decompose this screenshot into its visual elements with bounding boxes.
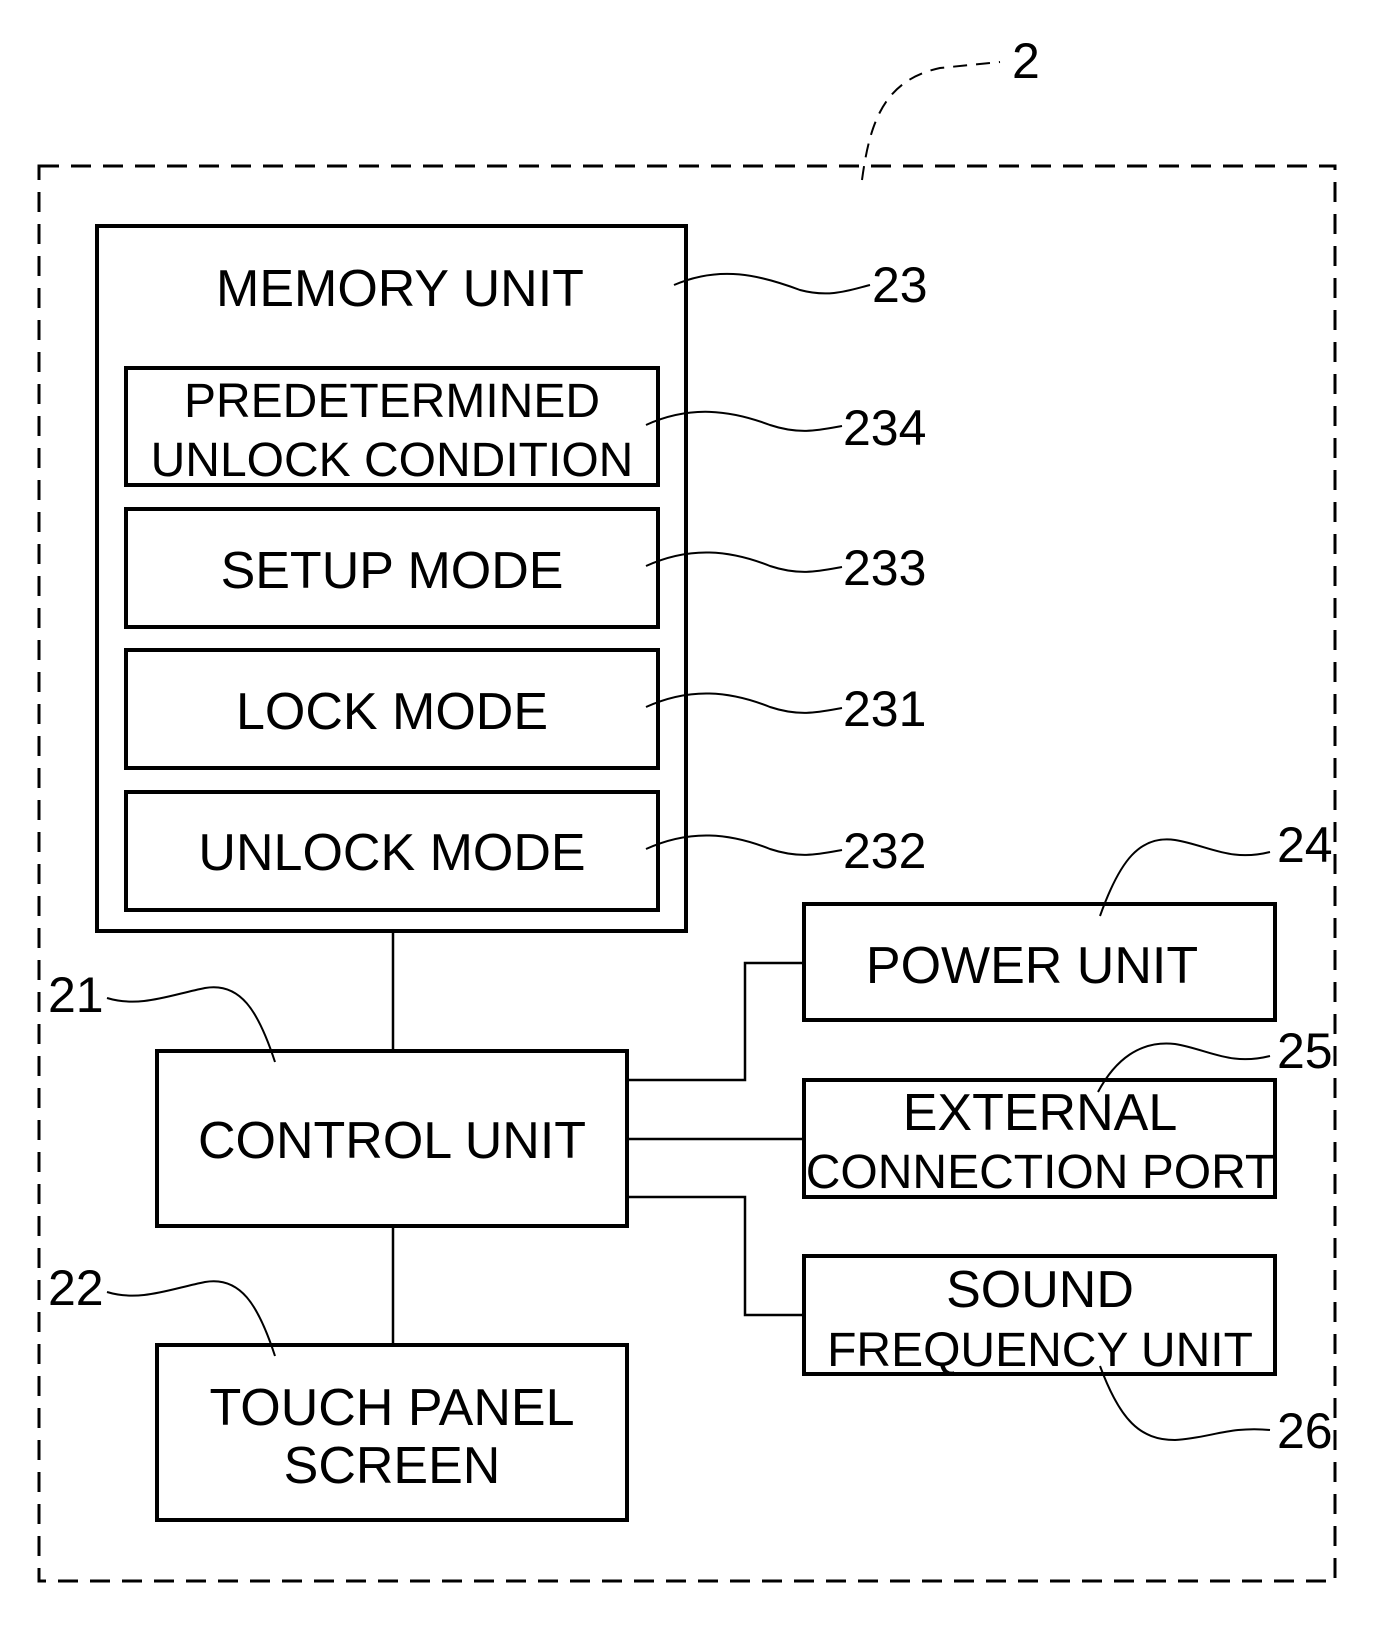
memory-unit-leader	[673, 272, 871, 295]
external-connection-port-line1: EXTERNAL	[903, 1084, 1178, 1142]
external-connection-port-line2: CONNECTION PORT	[806, 1146, 1274, 1199]
touch-panel-screen-line1: TOUCH PANEL	[209, 1379, 574, 1437]
setup-mode-ref: 233	[843, 540, 926, 596]
touch-panel-screen-ref: 22	[48, 1260, 104, 1316]
setup-mode-label: SETUP MODE	[221, 542, 564, 600]
lock-mode-ref: 231	[843, 681, 926, 737]
sound-frequency-unit-line1: SOUND	[946, 1261, 1134, 1319]
control-power-connector	[627, 961, 804, 1082]
sound-frequency-unit-line2: FREQUENCY UNIT	[827, 1324, 1253, 1377]
external-connection-port-ref: 25	[1277, 1023, 1333, 1079]
control-sound-connector	[627, 1195, 804, 1317]
touch-panel-screen-line2: SCREEN	[284, 1437, 501, 1495]
control-unit-ref: 21	[48, 967, 104, 1023]
predetermined-unlock-condition-ref: 234	[843, 400, 926, 456]
device-leader-line	[861, 61, 1001, 181]
device-ref: 2	[1012, 33, 1040, 89]
sound-frequency-unit-leader	[1099, 1365, 1271, 1442]
sound-frequency-unit-ref: 26	[1277, 1403, 1333, 1459]
power-unit-ref: 24	[1277, 817, 1333, 873]
block-diagram: 2 MEMORY UNIT 23 PREDETERMINED UNLOCK CO…	[37, 33, 1337, 1583]
lock-mode-label: LOCK MODE	[236, 683, 548, 741]
memory-unit-ref: 23	[872, 257, 928, 313]
control-unit-label: CONTROL UNIT	[198, 1112, 586, 1170]
power-unit-label: POWER UNIT	[866, 937, 1198, 995]
predetermined-unlock-condition-line2: UNLOCK CONDITION	[151, 434, 634, 487]
predetermined-unlock-condition-line1: PREDETERMINED	[184, 375, 600, 428]
memory-unit-label: MEMORY UNIT	[216, 260, 584, 318]
unlock-mode-label: UNLOCK MODE	[198, 824, 585, 882]
unlock-mode-ref: 232	[843, 823, 926, 879]
